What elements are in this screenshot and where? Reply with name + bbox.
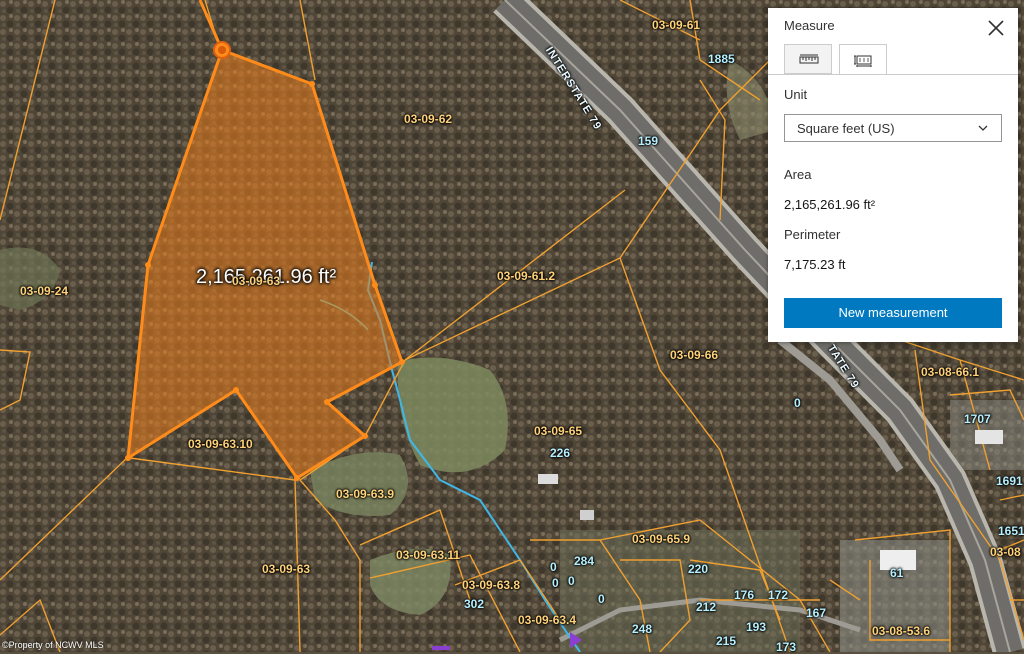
tab-divider (768, 74, 1018, 75)
building (580, 510, 594, 520)
parcel-label: 03-09-63.10 (188, 437, 253, 451)
address-label: 0 (550, 560, 557, 574)
parcel-label: 03-08 (990, 545, 1021, 559)
area-measure-icon (854, 55, 872, 67)
parcel-label: 03-09-61.2 (497, 269, 556, 283)
parcel-label: 03-09-61 (652, 18, 701, 32)
address-label: 0 (598, 592, 605, 606)
area-label: Area (784, 167, 812, 182)
new-measurement-button[interactable]: New measurement (784, 298, 1002, 328)
chevron-down-icon (978, 125, 988, 131)
address-label: 159 (638, 134, 659, 148)
measure-panel: Measure Unit Square feet (US) Area 2,165… (768, 8, 1018, 342)
parcel-label: 03-09-63 (232, 274, 281, 288)
address-label: 284 (574, 554, 595, 568)
parcel-label: 03-09-62 (404, 112, 453, 126)
address-label: 1651 (998, 524, 1024, 538)
address-label: 1885 (708, 52, 735, 66)
address-label: 1707 (964, 412, 991, 426)
building (975, 430, 1003, 444)
perimeter-label: Perimeter (784, 227, 841, 242)
unit-label: Unit (784, 87, 808, 102)
perimeter-value: 7,175.23 ft (784, 257, 846, 272)
address-label: 248 (632, 622, 653, 636)
parcel-label: 03-09-24 (20, 284, 69, 298)
panel-title: Measure (784, 18, 835, 33)
address-label: 0 (552, 576, 559, 590)
address-label: 215 (716, 634, 737, 648)
address-label: 193 (746, 620, 767, 634)
address-label: 226 (550, 446, 571, 460)
parcel-label: 03-09-63 (262, 562, 311, 576)
address-label: 212 (696, 600, 717, 614)
address-label: 0 (568, 574, 575, 588)
parcel-label: 03-08-66.1 (921, 365, 980, 379)
ruler-icon (799, 54, 819, 64)
address-label: 220 (688, 562, 709, 576)
address-label: 176 (734, 588, 755, 602)
parcel-label: 03-09-66 (670, 348, 719, 362)
distance-tab[interactable] (784, 44, 832, 74)
parcel-label: 03-09-65.9 (632, 532, 691, 546)
area-value: 2,165,261.96 ft² (784, 197, 876, 212)
map-copyright: ©Property of NCWV MLS (2, 640, 104, 650)
marker-flag (432, 646, 450, 650)
building (538, 474, 558, 484)
parcel-label: 03-09-63.4 (518, 613, 577, 627)
parcel-label: 03-09-63.9 (336, 487, 395, 501)
unit-select-value: Square feet (US) (797, 121, 895, 136)
parcel-label: 03-08-53.6 (872, 624, 931, 638)
address-label: 1691 (996, 474, 1023, 488)
address-label: 167 (806, 606, 827, 620)
close-icon[interactable] (984, 16, 1008, 40)
parcel-label: 03-09-65 (534, 424, 583, 438)
address-label: 0 (794, 396, 801, 410)
address-label: 61 (890, 566, 904, 580)
unit-select[interactable]: Square feet (US) (784, 114, 1002, 142)
address-label: 302 (464, 597, 485, 611)
parcel-label: 03-09-63.8 (462, 578, 521, 592)
parcel-label: 03-09-63.11 (396, 548, 461, 562)
address-label: 172 (768, 588, 789, 602)
area-tab[interactable] (839, 44, 887, 75)
